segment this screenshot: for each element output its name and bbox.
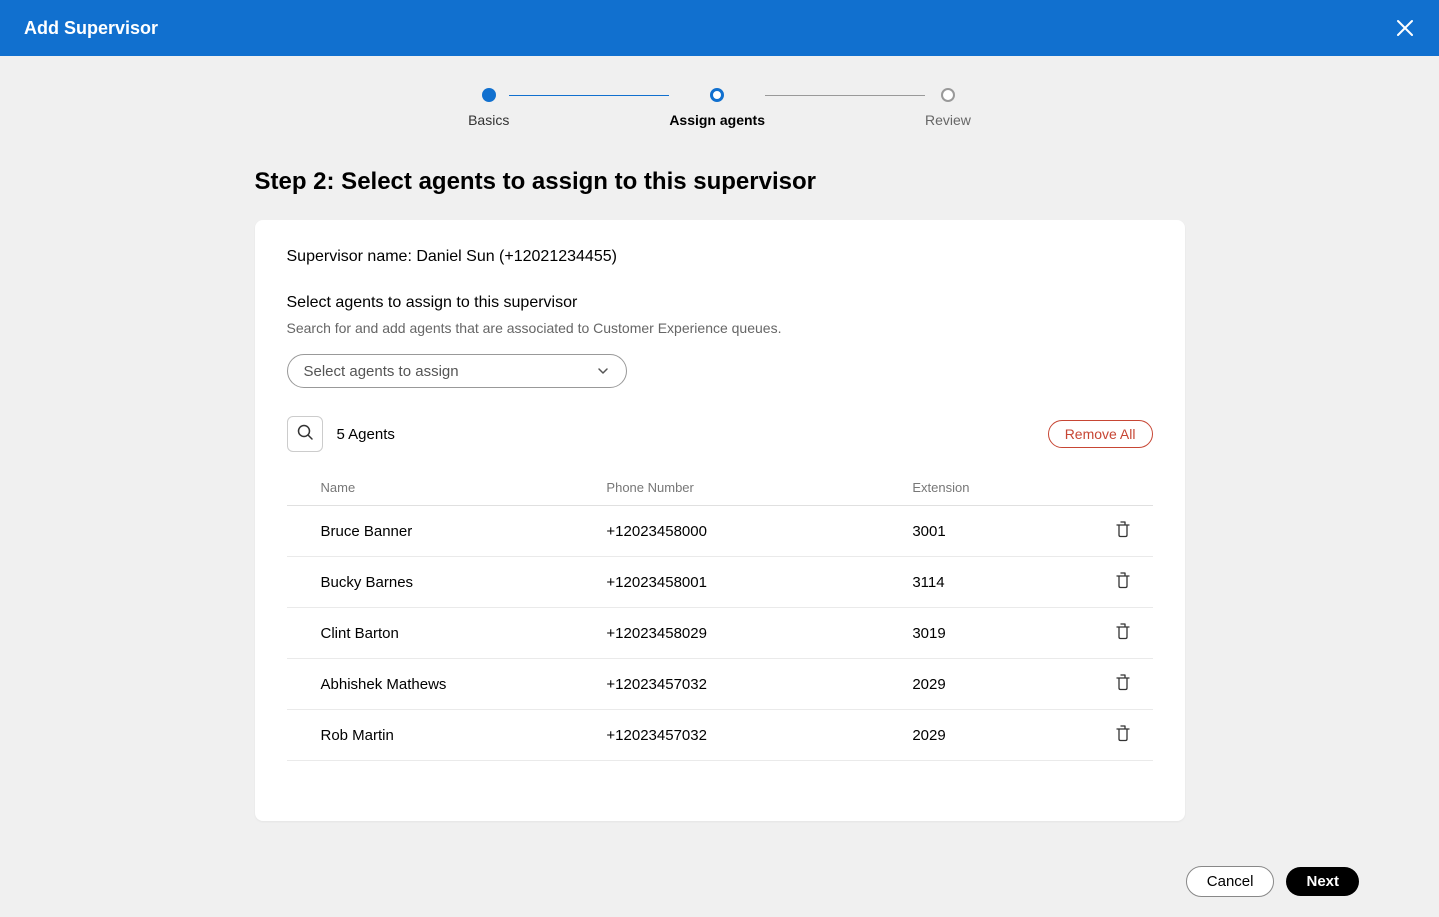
wizard-stepper: Basics Assign agents Review: [0, 88, 1439, 128]
step-circle-empty-icon: [941, 88, 955, 102]
step-circle-filled-icon: [482, 88, 496, 102]
agents-table: Name Phone Number Extension Bruce Banner…: [287, 470, 1153, 761]
table-row: Rob Martin+120234570322029: [287, 710, 1153, 761]
step-label-assign: Assign agents: [669, 112, 765, 128]
agent-name: Clint Barton: [321, 625, 607, 642]
trash-icon: [1115, 622, 1131, 644]
step-label-review: Review: [925, 112, 971, 128]
step-assign-agents[interactable]: Assign agents: [669, 88, 765, 128]
column-header-name: Name: [321, 480, 607, 495]
table-row: Abhishek Mathews+120234570322029: [287, 659, 1153, 710]
cancel-button[interactable]: Cancel: [1186, 866, 1275, 897]
column-header-phone: Phone Number: [606, 480, 892, 495]
select-placeholder: Select agents to assign: [304, 363, 459, 380]
agent-phone: +12023458029: [606, 625, 892, 642]
agent-phone: +12023458000: [606, 523, 892, 540]
close-icon[interactable]: [1395, 18, 1415, 38]
step-connector: [765, 95, 925, 96]
delete-agent-button[interactable]: [1093, 673, 1153, 695]
agent-phone: +12023458001: [606, 574, 892, 591]
agent-phone: +12023457032: [606, 676, 892, 693]
step-circle-current-icon: [710, 88, 724, 102]
chevron-down-icon: [596, 364, 610, 378]
step-heading: Step 2: Select agents to assign to this …: [255, 168, 1185, 196]
section-title: Select agents to assign to this supervis…: [287, 294, 1153, 312]
select-agents-dropdown[interactable]: Select agents to assign: [287, 354, 627, 388]
delete-agent-button[interactable]: [1093, 622, 1153, 644]
trash-icon: [1115, 724, 1131, 746]
step-basics[interactable]: Basics: [468, 88, 509, 128]
table-row: Bruce Banner+120234580003001: [287, 506, 1153, 557]
agent-count: 5 Agents: [337, 426, 395, 443]
agent-extension: 3001: [892, 523, 1092, 540]
remove-all-button[interactable]: Remove All: [1048, 420, 1153, 448]
agent-name: Abhishek Mathews: [321, 676, 607, 693]
modal-header: Add Supervisor: [0, 0, 1439, 56]
agent-extension: 2029: [892, 676, 1092, 693]
delete-agent-button[interactable]: [1093, 520, 1153, 542]
step-review[interactable]: Review: [925, 88, 971, 128]
table-header-row: Name Phone Number Extension: [287, 470, 1153, 506]
modal-title: Add Supervisor: [24, 18, 158, 39]
agent-extension: 2029: [892, 727, 1092, 744]
next-button[interactable]: Next: [1286, 867, 1359, 896]
agent-phone: +12023457032: [606, 727, 892, 744]
delete-agent-button[interactable]: [1093, 724, 1153, 746]
trash-icon: [1115, 571, 1131, 593]
search-button[interactable]: [287, 416, 323, 452]
agent-name: Bucky Barnes: [321, 574, 607, 591]
search-icon: [296, 423, 314, 446]
table-row: Clint Barton+120234580293019: [287, 608, 1153, 659]
agents-card: Supervisor name: Daniel Sun (+1202123445…: [255, 220, 1185, 821]
supervisor-name-line: Supervisor name: Daniel Sun (+1202123445…: [287, 248, 1153, 266]
delete-agent-button[interactable]: [1093, 571, 1153, 593]
section-description: Search for and add agents that are assoc…: [287, 320, 1153, 336]
modal-footer: Cancel Next: [0, 845, 1439, 917]
agent-extension: 3114: [892, 574, 1092, 591]
agent-name: Rob Martin: [321, 727, 607, 744]
column-header-extension: Extension: [892, 480, 1092, 495]
table-controls: 5 Agents Remove All: [287, 416, 1153, 452]
agent-name: Bruce Banner: [321, 523, 607, 540]
step-label-basics: Basics: [468, 112, 509, 128]
table-row: Bucky Barnes+120234580013114: [287, 557, 1153, 608]
trash-icon: [1115, 673, 1131, 695]
trash-icon: [1115, 520, 1131, 542]
step-connector: [509, 95, 669, 96]
agent-extension: 3019: [892, 625, 1092, 642]
